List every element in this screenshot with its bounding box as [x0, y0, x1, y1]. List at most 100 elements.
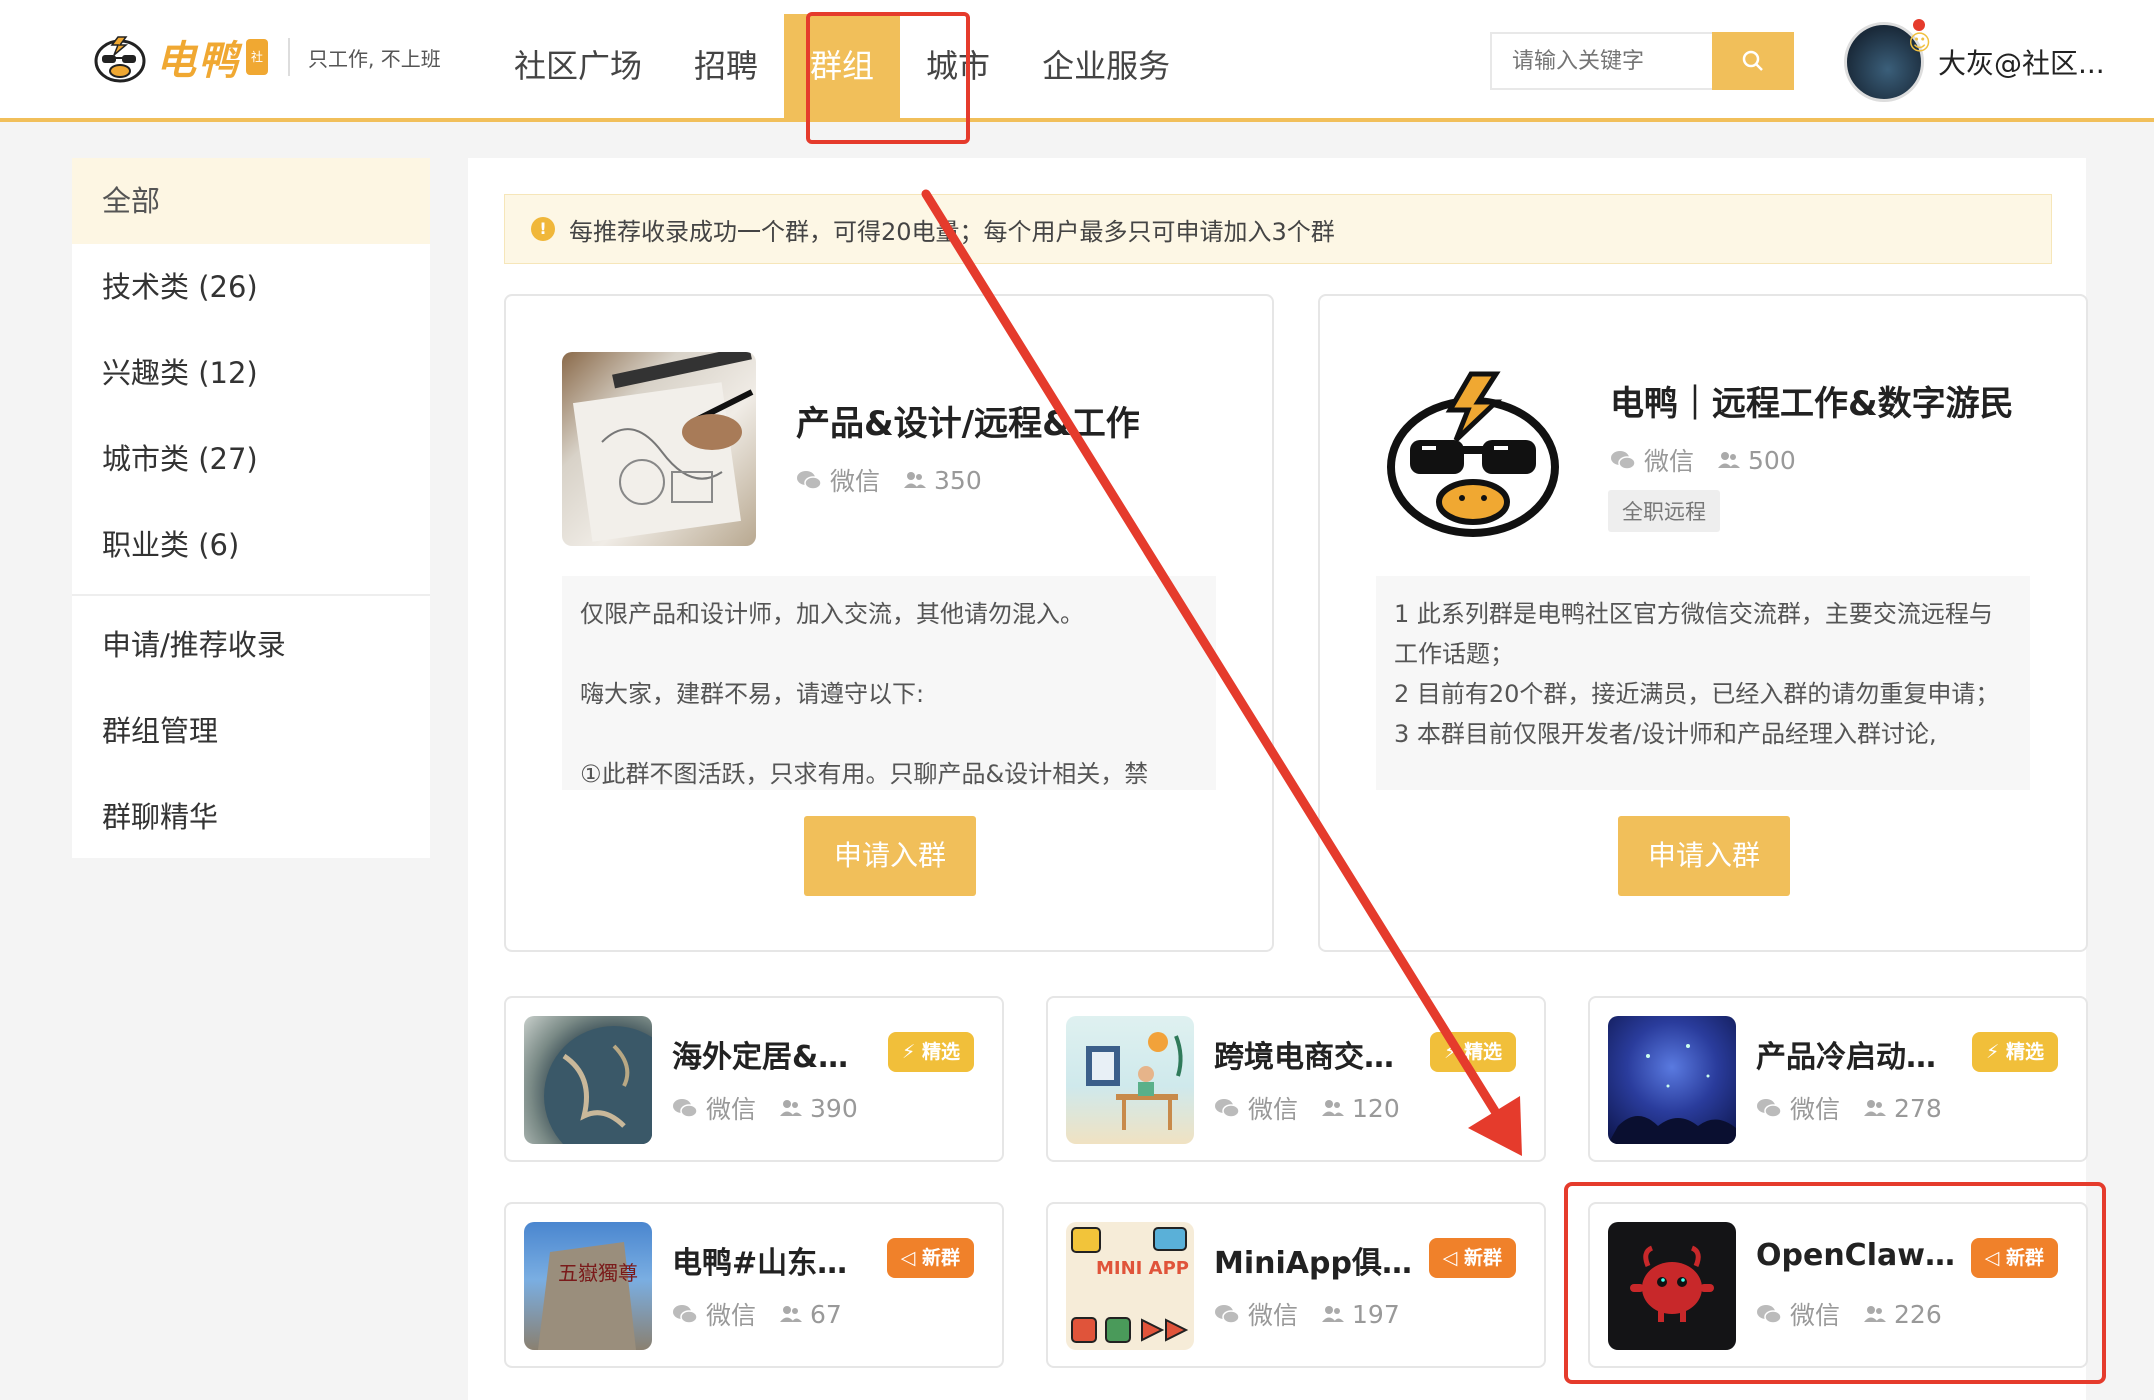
members-icon: [780, 1100, 803, 1116]
group-title: 电鸭#山东分舵: [672, 1246, 872, 1281]
group-meta: 微信 197: [1214, 1296, 1400, 1332]
member-count: 278: [1894, 1093, 1942, 1123]
badge-label: 精选: [1463, 1041, 1502, 1063]
member-count: 67: [810, 1299, 842, 1329]
members-icon: [1322, 1306, 1345, 1322]
wechat-icon: [673, 1305, 698, 1324]
group-meta: 微信 67: [672, 1296, 842, 1332]
group-meta: 微信 500: [1610, 442, 1796, 478]
member-count: 390: [810, 1093, 858, 1123]
nav-enterprise[interactable]: 企业服务: [1016, 0, 1196, 118]
search-input[interactable]: [1490, 32, 1712, 90]
sidebar-item-career[interactable]: 职业类 (6): [72, 502, 430, 588]
avatar[interactable]: ☺: [1844, 19, 1931, 102]
group-title: 跨境电商交流群: [1214, 1040, 1414, 1075]
sidebar-link-manage[interactable]: 群组管理: [72, 688, 430, 774]
member-count: 350: [934, 465, 982, 495]
sidebar-divider: [72, 594, 430, 596]
wechat-icon: [1757, 1099, 1782, 1118]
concert-crowd-icon: [1608, 1044, 1736, 1144]
sidebar-link-apply[interactable]: 申请/推荐收录: [72, 602, 430, 688]
platform-label: 微信: [706, 1095, 757, 1124]
featured-group-card: 产品&设计/远程&工作 微信 350 仅限产品和设计师，加入交流，其他请勿混入。…: [504, 294, 1274, 952]
duck-logo-icon: [94, 36, 146, 83]
wechat-icon: [797, 471, 822, 490]
sidebar-item-interest[interactable]: 兴趣类 (12): [72, 330, 430, 416]
group-card[interactable]: 跨境电商交流群 ⚡ 精选 微信 120: [1046, 996, 1546, 1162]
wechat-icon: [1215, 1099, 1240, 1118]
platform-label: 微信: [1790, 1095, 1841, 1124]
search-button[interactable]: [1712, 32, 1794, 90]
platform-label: 微信: [1248, 1095, 1299, 1124]
logo[interactable]: 电鸭 社区 只工作, 不上班: [92, 28, 441, 100]
group-card[interactable]: 五嶽獨尊 电鸭#山东分舵 ◁ 新群 微信 67: [504, 1202, 1004, 1368]
sketch-drawing-icon: [572, 352, 754, 542]
info-icon: !: [531, 217, 555, 241]
sidebar-item-city[interactable]: 城市类 (27): [72, 416, 430, 502]
group-card[interactable]: 产品冷启动互... ⚡ 精选 微信 278: [1588, 996, 2088, 1162]
logo-text: 电鸭: [156, 38, 240, 84]
duck-mascot-icon: [1387, 371, 1559, 537]
featured-badge: ⚡ 精选: [1430, 1032, 1516, 1072]
search-icon: [1742, 50, 1763, 71]
group-meta: 微信 120: [1214, 1090, 1400, 1126]
apply-join-button[interactable]: 申请入群: [1618, 816, 1790, 896]
group-card[interactable]: 海外定居&旅... ⚡ 精选 微信 390: [504, 996, 1004, 1162]
wechat-icon: [673, 1099, 698, 1118]
sidebar-link-highlights[interactable]: 群聊精华: [72, 774, 430, 860]
user-name[interactable]: 大灰@社区...: [1938, 42, 2105, 82]
group-title: MiniApp俱乐部: [1214, 1246, 1414, 1281]
members-icon: [1864, 1100, 1887, 1116]
group-meta: 微信 390: [672, 1090, 858, 1126]
sidebar-item-tech[interactable]: 技术类 (26): [72, 244, 430, 330]
badge-label: 新群: [1463, 1247, 1502, 1269]
wechat-icon: [1611, 451, 1636, 470]
notification-dot: [1913, 19, 1925, 31]
category-sidebar: 全部 技术类 (26) 兴趣类 (12) 城市类 (27) 职业类 (6) 申请…: [72, 158, 430, 858]
platform-label: 微信: [1248, 1301, 1299, 1330]
speaker-icon: ◁: [900, 1247, 922, 1269]
group-card[interactable]: MINI APP CLUB MiniApp俱乐部 ◁ 新群 微信 197: [1046, 1202, 1546, 1368]
emoji-face-icon: ☺: [1908, 31, 1931, 56]
group-thumbnail: [1608, 1016, 1736, 1144]
wechat-icon: [1215, 1305, 1240, 1324]
group-description: 仅限产品和设计师，加入交流，其他请勿混入。 嗨大家，建群不易，请遵守以下: ①此…: [562, 576, 1216, 790]
lightning-icon: ⚡: [1444, 1041, 1464, 1063]
stone-monument-icon: 五嶽獨尊: [538, 1242, 638, 1350]
nav-community[interactable]: 社区广场: [488, 0, 668, 118]
notice-text: 每推荐收录成功一个群，可得20电量；每个用户最多只可申请加入3个群: [569, 217, 1335, 246]
platform-label: 微信: [830, 467, 881, 496]
members-icon: [780, 1306, 803, 1322]
group-thumbnail: [1376, 352, 1570, 546]
group-meta: 微信 350: [796, 462, 982, 498]
group-thumbnail: [1066, 1016, 1194, 1144]
globe-icon: [544, 1026, 652, 1144]
lightning-icon: ⚡: [902, 1041, 922, 1063]
nav-jobs[interactable]: 招聘: [668, 0, 784, 118]
new-badge: ◁ 新群: [886, 1238, 974, 1278]
group-tag: 全职远程: [1608, 490, 1720, 532]
group-thumbnail: MINI APP CLUB: [1066, 1222, 1194, 1350]
platform-label: 微信: [706, 1301, 757, 1330]
top-header: 电鸭 社区 只工作, 不上班 社区广场 招聘 群组 城市 企业服务 ☺ 大灰@社…: [0, 0, 2154, 122]
speaker-icon: ◁: [1442, 1247, 1464, 1269]
logo-divider: [288, 38, 290, 76]
group-title: 海外定居&旅...: [672, 1040, 872, 1075]
slogan: 只工作, 不上班: [308, 46, 441, 71]
user-menu[interactable]: ☺ 大灰@社区...: [1844, 19, 2105, 102]
featured-badge: ⚡ 精选: [1972, 1032, 2058, 1072]
group-title[interactable]: 产品&设计/远程&工作: [796, 396, 1140, 445]
group-title: 产品冷启动互...: [1756, 1040, 1956, 1075]
badge-label: 精选: [2005, 1041, 2044, 1063]
group-title[interactable]: 电鸭｜远程工作&数字游民: [1610, 376, 2014, 425]
search-bar: [1490, 32, 1794, 90]
apply-join-button[interactable]: 申请入群: [804, 816, 976, 896]
sidebar-item-all[interactable]: 全部: [72, 158, 430, 244]
miniapp-logo-text: MINI APP CLUB: [1096, 1258, 1194, 1279]
members-icon: [904, 472, 927, 488]
logo-badge: 社区: [246, 39, 268, 100]
miniapp-club-icon: MINI APP CLUB: [1071, 1227, 1194, 1343]
featured-group-card: 电鸭｜远程工作&数字游民 微信 500 全职远程 1 此系列群是电鸭社区官方微信…: [1318, 294, 2088, 952]
group-thumbnail: [562, 352, 756, 546]
badge-label: 新群: [921, 1247, 960, 1269]
